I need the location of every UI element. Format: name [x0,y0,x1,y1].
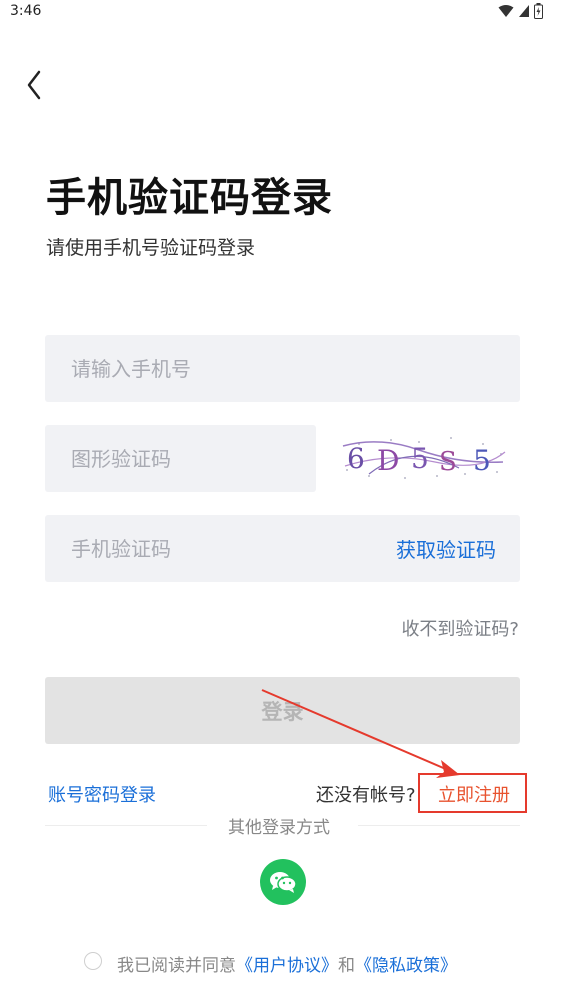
status-icons [498,3,543,19]
page-subtitle: 请使用手机号验证码登录 [46,237,256,259]
back-arrow-icon[interactable] [22,66,50,104]
password-login-link[interactable]: 账号密码登录 [48,781,156,807]
no-code-link[interactable]: 收不到验证码? [401,615,519,641]
sms-code-field[interactable]: 获取验证码 [45,515,520,582]
captcha-field[interactable] [45,425,316,492]
status-time: 3:46 [10,3,42,19]
register-link[interactable]: 立即注册 [438,781,510,807]
wifi-icon [498,5,514,17]
phone-input[interactable] [69,355,520,382]
svg-text:6: 6 [347,442,365,475]
page-title: 手机验证码登录 [46,175,333,221]
agreement-and: 和 [338,956,355,976]
no-account-text: 还没有帐号? [316,785,416,806]
divider-right [358,825,520,826]
agreement-prefix: 我已阅读并同意 [117,956,236,976]
agreement-text: 我已阅读并同意《用户协议》和《隐私政策》 [117,951,457,976]
captcha-input[interactable] [69,445,316,472]
login-button[interactable]: 登录 [45,677,520,744]
privacy-policy-link[interactable]: 《隐私政策》 [355,956,457,976]
get-code-button[interactable]: 获取验证码 [396,534,496,563]
sms-code-input[interactable] [69,535,333,562]
svg-text:5: 5 [411,442,429,475]
phone-field[interactable] [45,335,520,402]
battery-icon [534,3,543,19]
svg-text:5: 5 [473,444,491,477]
svg-text:D: D [377,444,399,477]
other-login-label: 其他登录方式 [228,818,330,838]
captcha-image[interactable]: 6 D 5 S 5 [339,432,507,484]
agreement-checkbox[interactable] [84,952,102,970]
wechat-icon [270,872,297,893]
user-agreement-link[interactable]: 《用户协议》 [236,956,338,976]
status-bar: 3:46 [0,0,565,26]
signal-icon [519,5,529,17]
wechat-login-button[interactable] [260,859,306,905]
svg-text:S: S [439,447,457,477]
annotation-arrow [261,689,460,778]
divider-left [45,825,207,826]
